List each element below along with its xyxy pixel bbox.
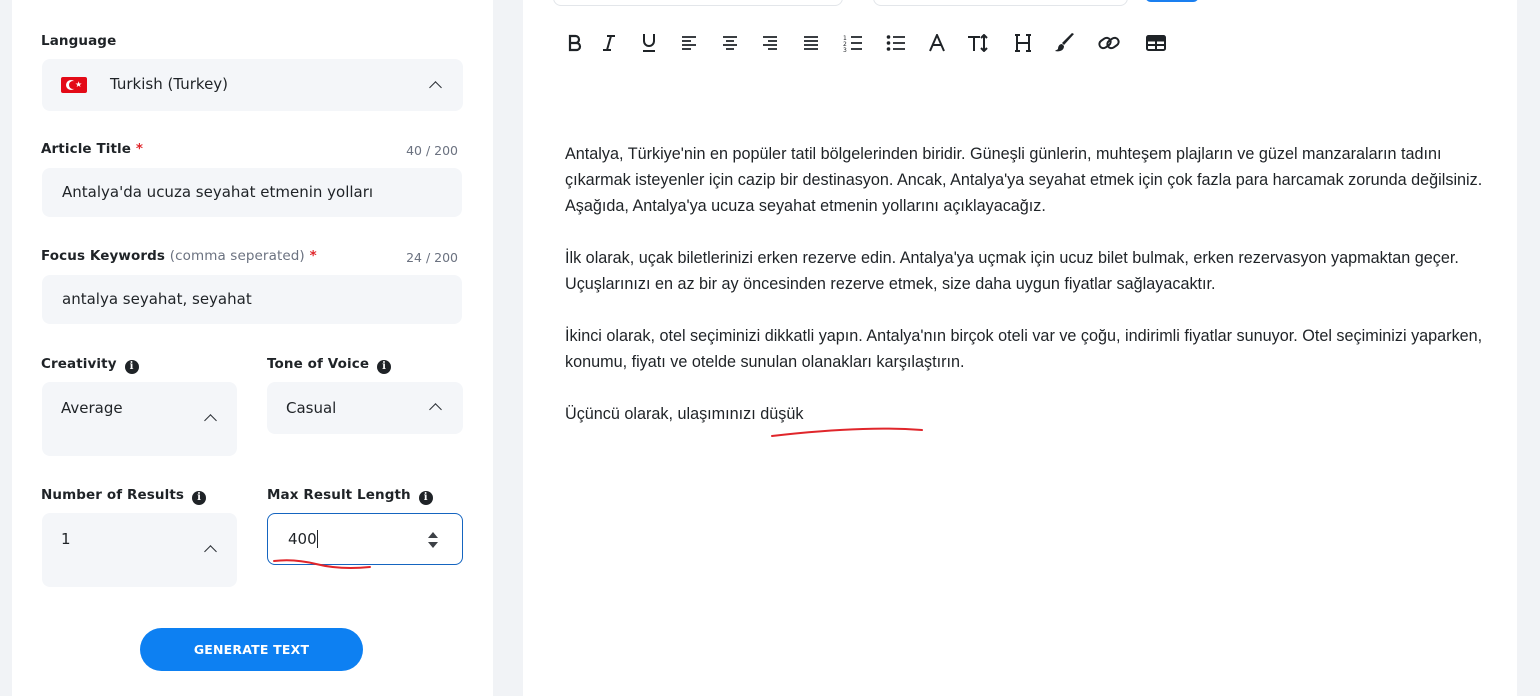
number-of-results-value: 1 (61, 530, 71, 548)
article-title-input[interactable]: Antalya'da ucuza seyahat etmenin yolları (42, 168, 462, 217)
editor-panel: 123 Antalya, Türkiye'nin en popüler tati… (523, 0, 1517, 696)
focus-keywords-input[interactable]: antalya seyahat, seyahat (42, 275, 462, 324)
info-icon[interactable]: i (418, 491, 433, 505)
article-title-label: Article Title * (41, 141, 144, 157)
editor-paragraph: Antalya, Türkiye'nin en popüler tatil bö… (565, 145, 1483, 215)
chevron-up-icon (429, 81, 442, 94)
link-icon[interactable] (1097, 30, 1121, 56)
settings-panel: Language ★ Turkish (Turkey) Article Titl… (12, 0, 493, 696)
tr-flag-icon: ★ (61, 77, 87, 93)
italic-icon[interactable] (597, 30, 621, 56)
info-icon[interactable]: i (192, 491, 207, 505)
tone-of-voice-select[interactable]: Casual (267, 382, 463, 434)
editor-content[interactable]: Antalya, Türkiye'nin en popüler tatil bö… (565, 141, 1485, 453)
editor-top-control[interactable] (873, 0, 1128, 6)
creativity-select[interactable]: Average (42, 382, 237, 456)
editor-paragraph: Üçüncü olarak, ulaşımınızı düşük (565, 405, 804, 423)
creativity-value: Average (61, 399, 123, 417)
creativity-label: Creativity i (41, 356, 139, 374)
brush-icon[interactable] (1053, 30, 1077, 56)
font-color-icon[interactable] (925, 30, 949, 56)
language-value: Turkish (Turkey) (110, 75, 229, 93)
align-right-icon[interactable] (758, 30, 782, 56)
ordered-list-icon[interactable]: 123 (841, 30, 865, 56)
table-icon[interactable] (1144, 30, 1168, 56)
chevron-up-icon (204, 414, 217, 427)
editor-paragraph: İkinci olarak, otel seçiminizi dikkatli … (565, 327, 1483, 371)
info-icon[interactable]: i (124, 360, 139, 374)
number-of-results-select[interactable]: 1 (42, 513, 237, 587)
tone-of-voice-label: Tone of Voice i (267, 356, 392, 374)
language-select[interactable]: ★ Turkish (Turkey) (42, 59, 463, 111)
article-title-counter: 40 / 200 (406, 143, 458, 158)
tone-of-voice-value: Casual (286, 399, 337, 417)
font-size-icon[interactable] (967, 30, 991, 56)
editor-top-button[interactable] (1145, 0, 1199, 2)
language-label: Language (41, 33, 117, 49)
max-result-length-label: Max Result Length i (267, 487, 433, 505)
align-justify-icon[interactable] (799, 30, 823, 56)
number-of-results-label: Number of Results i (41, 487, 207, 505)
focus-keywords-value: antalya seyahat, seyahat (62, 290, 252, 308)
max-result-length-value: 400 (288, 530, 317, 548)
info-icon[interactable]: i (377, 360, 392, 374)
bold-icon[interactable] (563, 30, 587, 56)
article-title-value: Antalya'da ucuza seyahat etmenin yolları (62, 183, 374, 201)
chevron-up-icon (204, 545, 217, 558)
editor-top-control[interactable] (553, 0, 843, 6)
generate-text-button[interactable]: GENERATE TEXT (140, 628, 363, 671)
svg-text:3: 3 (843, 47, 847, 52)
focus-keywords-label: Focus Keywords (comma seperated) * (41, 248, 317, 264)
underline-icon[interactable] (637, 30, 661, 56)
align-left-icon[interactable] (677, 30, 701, 56)
heading-icon[interactable] (1011, 30, 1035, 56)
focus-keywords-counter: 24 / 200 (406, 250, 458, 265)
text-caret (317, 530, 318, 548)
max-result-length-input[interactable]: 400 (267, 513, 463, 565)
align-center-icon[interactable] (718, 30, 742, 56)
chevron-up-icon (429, 403, 442, 416)
bullet-list-icon[interactable] (884, 30, 908, 56)
editor-paragraph: İlk olarak, uçak biletlerinizi erken rez… (565, 249, 1459, 293)
spinner-icon[interactable] (428, 532, 438, 548)
